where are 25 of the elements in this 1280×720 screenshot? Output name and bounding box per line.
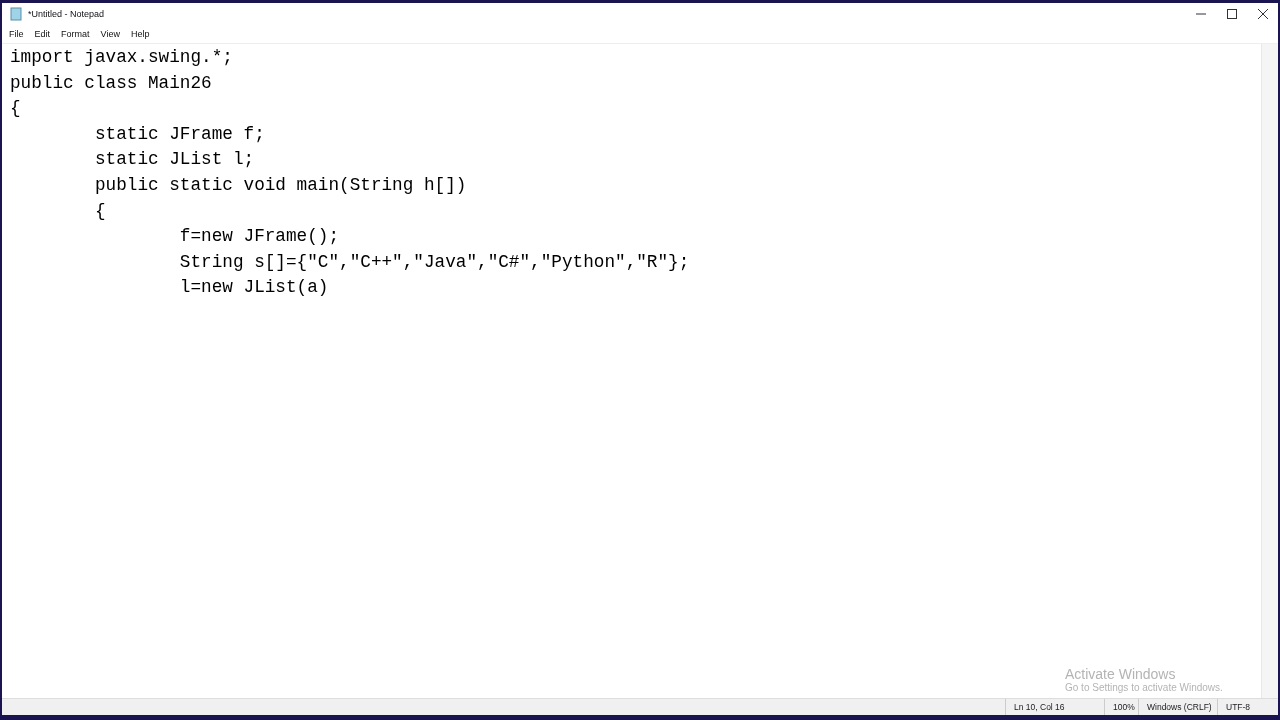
code-line: public static void main(String h[]) [93,173,468,197]
code-line: public class Main26 [10,71,213,95]
menu-item[interactable]: Format [61,29,90,39]
status-item: UTF-8 [1217,699,1278,715]
status-item: Windows (CRLF) [1138,699,1217,715]
menu-item[interactable]: View [100,29,120,39]
status-item: Ln 10, Col 16 [1005,699,1104,715]
code-line: String s[]={"C","C++","Java","C#","Python","R"}; [178,250,691,274]
code-line: { [93,199,107,223]
menu-item[interactable]: File [9,29,24,39]
code-line: { [10,97,22,121]
close-icon [1257,9,1268,19]
menu-item[interactable]: Edit [34,29,51,39]
code-line: l=new JList(a) [178,276,330,300]
activation-message: Go to Settings to activate Windows. [1065,682,1223,693]
window-title: *Untitled - Notepad [28,9,105,19]
menu-item[interactable]: Help [130,29,150,39]
status-item: 100% [1104,699,1138,715]
maximize-icon [1226,9,1237,19]
code-line: f=new JFrame(); [178,225,341,249]
notepad-icon [10,7,22,21]
code-line: static JFrame f; [93,122,266,146]
code-line: import javax.swing.*; [10,46,234,69]
activation-title: Activate Windows [1065,666,1177,682]
code-line: static JList l; [93,148,256,172]
